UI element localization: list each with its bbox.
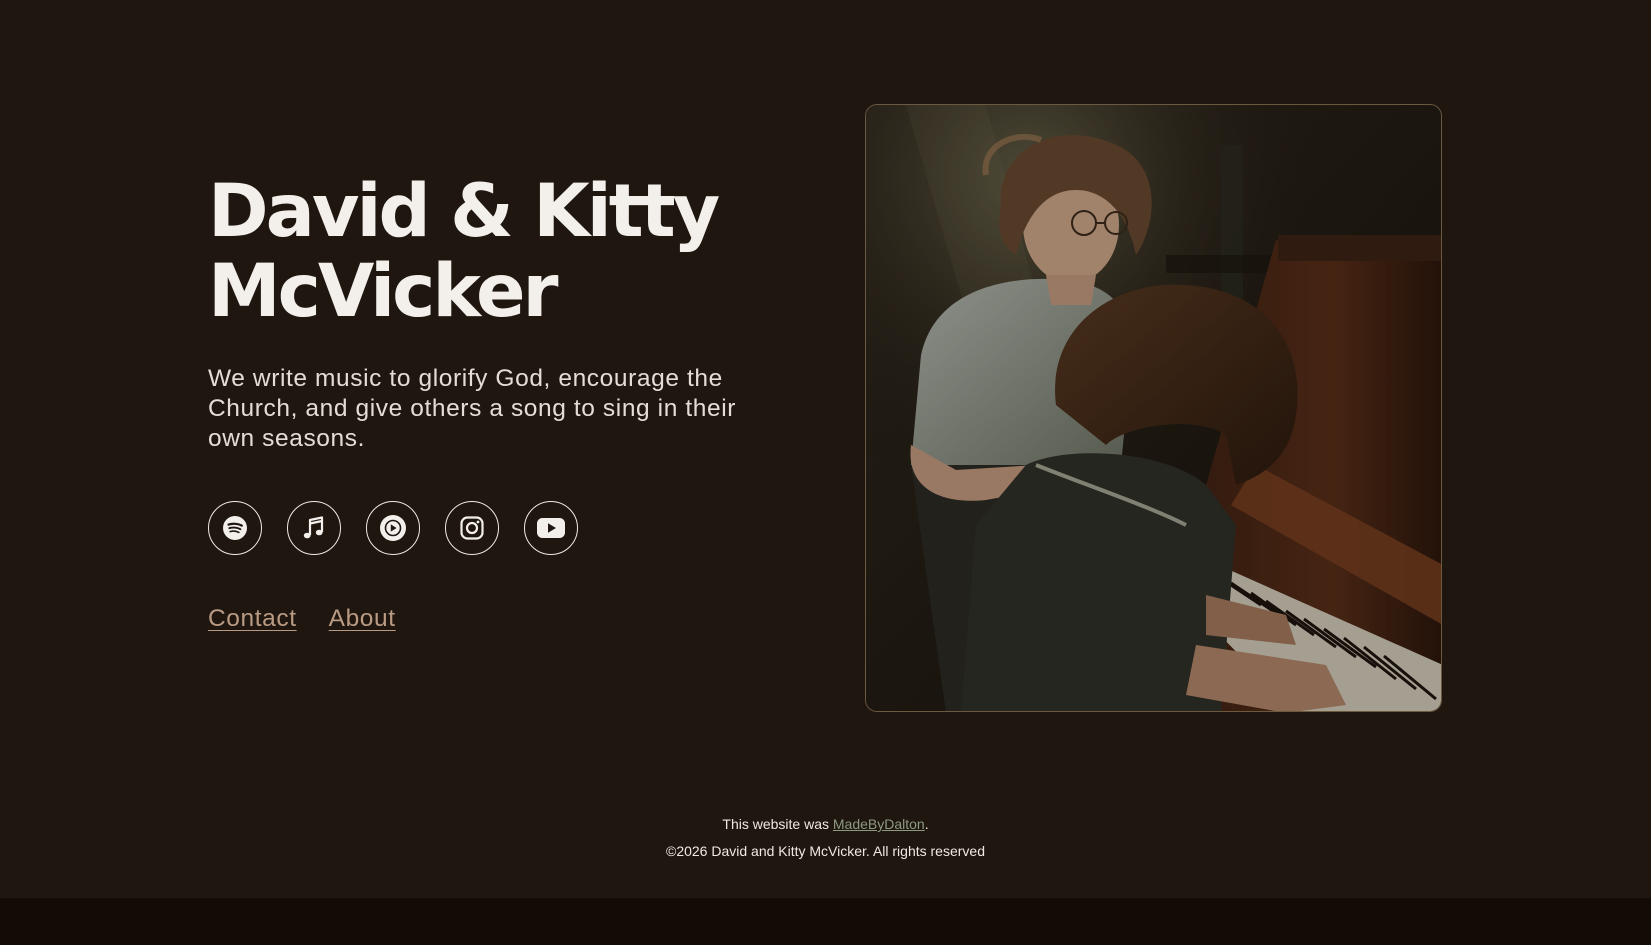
youtube-button[interactable] [524,501,578,555]
footer-credit-suffix: . [924,816,929,832]
youtube-icon [536,517,566,539]
social-links [208,501,768,555]
apple-music-button[interactable] [287,501,341,555]
contact-link[interactable]: Contact [208,605,297,633]
nav-links: Contact About [208,605,768,633]
title-line-2: McVicker [208,249,559,334]
hero-photo-illustration [866,105,1441,711]
hero-photo [865,104,1442,712]
footer-credit-prefix: This website was [722,816,833,832]
footer-credit: This website was MadeByDalton. [0,815,1651,833]
footer: This website was MadeByDalton. ©2026 Dav… [0,815,1651,860]
instagram-icon [459,515,485,541]
youtube-music-icon [379,514,407,542]
copyright-text: ©2026 David and Kitty McVicker. All righ… [666,843,985,859]
spotify-icon [222,515,248,541]
youtube-music-button[interactable] [366,501,420,555]
page: David & Kitty McVicker We write music to… [0,0,1651,945]
about-link[interactable]: About [329,605,396,633]
spotify-button[interactable] [208,501,262,555]
page-title: David & Kitty McVicker [208,172,768,332]
title-line-1: David & Kitty [208,169,720,254]
instagram-button[interactable] [445,501,499,555]
apple-music-icon [301,514,327,542]
tagline: We write music to glorify God, encourage… [208,365,737,452]
madebydalton-link[interactable]: MadeByDalton [833,816,925,832]
hero-content: David & Kitty McVicker We write music to… [208,172,768,633]
bottom-bar [0,898,1651,945]
